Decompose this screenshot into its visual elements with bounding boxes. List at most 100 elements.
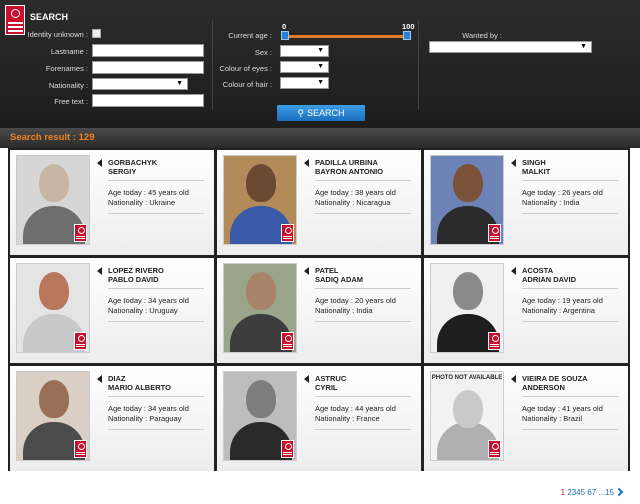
red-notice-icon xyxy=(488,440,501,458)
wanted-person-card[interactable]: PHOTO NOT AVAILABLE VIEIRA DE SOUZA ANDERS… xyxy=(424,366,628,471)
colour-eyes-label: Colour of eyes : xyxy=(219,64,272,73)
divider xyxy=(108,396,204,397)
person-head xyxy=(246,272,276,310)
colour-hair-label: Colour of hair : xyxy=(222,80,272,89)
wanted-person-card[interactable]: DIAZ MARIO ALBERTO Age today : 34 years ol… xyxy=(10,366,214,471)
person-info: Age today : 41 years old Nationality : Br… xyxy=(522,404,603,424)
person-name[interactable]: ASTRUC CYRIL xyxy=(315,374,346,392)
chevron-down-icon: ▼ xyxy=(317,63,324,70)
age-max-value: 100 xyxy=(402,22,415,31)
person-name[interactable]: SINGH MALKIT xyxy=(522,158,550,176)
identity-unknown-checkbox[interactable] xyxy=(92,29,101,38)
wanted-person-card[interactable]: LOPEZ RIVERO PABLO DAVID Age today : 34 ye… xyxy=(10,258,214,363)
person-nationality: Nationality : Brazil xyxy=(522,414,583,423)
divider xyxy=(315,396,411,397)
person-name[interactable]: LOPEZ RIVERO PABLO DAVID xyxy=(108,266,164,284)
wanted-by-select[interactable]: ▼ xyxy=(429,41,592,53)
search-button-label: SEARCH xyxy=(307,108,345,118)
divider xyxy=(522,321,618,322)
mugshot-photo[interactable] xyxy=(16,263,90,353)
wanted-by-label: Wanted by : xyxy=(462,31,502,40)
person-surname: PATEL xyxy=(315,266,339,275)
pointer-arrow-icon xyxy=(304,159,309,167)
sex-select[interactable]: ▼ xyxy=(280,45,329,57)
page-links[interactable]: 2345 67 ...15 xyxy=(567,488,614,497)
person-info: Age today : 19 years old Nationality : Ar… xyxy=(522,296,603,316)
person-forename: ANDERSON xyxy=(522,383,565,392)
colour-eyes-select[interactable]: ▼ xyxy=(280,61,329,73)
mugshot-photo[interactable] xyxy=(223,263,297,353)
mugshot-photo[interactable] xyxy=(223,155,297,245)
wanted-person-card[interactable]: ACOSTA ADRIAN DAVID Age today : 19 years o… xyxy=(424,258,628,363)
person-age: Age today : 41 years old xyxy=(522,404,603,413)
person-nationality: Nationality : Paraguay xyxy=(108,414,182,423)
person-name[interactable]: PATEL SADIQ ADAM xyxy=(315,266,363,284)
person-head xyxy=(453,164,483,202)
person-nationality: Nationality : India xyxy=(315,306,373,315)
pointer-arrow-icon xyxy=(511,375,516,383)
next-page-icon[interactable] xyxy=(614,487,624,497)
pointer-arrow-icon xyxy=(304,375,309,383)
person-nationality: Nationality : France xyxy=(315,414,380,423)
wanted-person-card[interactable]: PATEL SADIQ ADAM Age today : 20 years old N… xyxy=(217,258,421,363)
search-panel: SEARCH Identity unknown : Lastname : For… xyxy=(0,0,640,128)
person-surname: DIAZ xyxy=(108,374,126,383)
red-notice-icon xyxy=(281,332,294,350)
mugshot-photo[interactable] xyxy=(430,263,504,353)
age-slider-track[interactable] xyxy=(284,35,408,38)
person-info: Age today : 20 years old Nationality : In… xyxy=(315,296,396,316)
mugshot-photo[interactable] xyxy=(430,155,504,245)
sex-label: Sex : xyxy=(254,48,272,57)
photo-not-available-label: PHOTO NOT AVAILABLE xyxy=(431,375,503,381)
red-notice-icon xyxy=(74,224,87,242)
person-name[interactable]: ACOSTA ADRIAN DAVID xyxy=(522,266,576,284)
person-forename: SERGIY xyxy=(108,167,137,176)
free-text-label: Free text : xyxy=(54,97,88,106)
mugshot-photo[interactable] xyxy=(16,155,90,245)
photo-placeholder[interactable]: PHOTO NOT AVAILABLE xyxy=(430,371,504,461)
person-nationality: Nationality : Ukraine xyxy=(108,198,176,207)
mugshot-photo[interactable] xyxy=(16,371,90,461)
person-surname: SINGH xyxy=(522,158,546,167)
red-notice-icon xyxy=(281,224,294,242)
wanted-person-card[interactable]: SINGH MALKIT Age today : 26 years old Natio… xyxy=(424,150,628,255)
divider xyxy=(315,213,411,214)
lastname-label: Lastname : xyxy=(50,47,88,56)
person-age: Age today : 19 years old xyxy=(522,296,603,305)
colour-hair-select[interactable]: ▼ xyxy=(280,77,329,89)
person-name[interactable]: PADILLA URBINA BAYRON ANTONIO xyxy=(315,158,383,176)
person-age: Age today : 44 years old xyxy=(315,404,396,413)
person-head xyxy=(453,272,483,310)
person-age: Age today : 26 years old xyxy=(522,188,603,197)
person-forename: MALKIT xyxy=(522,167,551,176)
wanted-person-card[interactable]: PADILLA URBINA BAYRON ANTONIO Age today : … xyxy=(217,150,421,255)
pointer-arrow-icon xyxy=(304,267,309,275)
wanted-person-card[interactable]: ASTRUC CYRIL Age today : 44 years old Natio… xyxy=(217,366,421,471)
free-text-input[interactable] xyxy=(92,94,204,107)
person-name[interactable]: GORBACHYK SERGIY xyxy=(108,158,157,176)
person-info: Age today : 26 years old Nationality : In… xyxy=(522,188,603,208)
person-nationality: Nationality : Nicaragua xyxy=(315,198,391,207)
person-head xyxy=(39,272,69,310)
chevron-down-icon: ▼ xyxy=(580,43,587,50)
page-current[interactable]: 1 xyxy=(561,488,565,497)
red-notice-icon xyxy=(488,224,501,242)
person-name[interactable]: DIAZ MARIO ALBERTO xyxy=(108,374,171,392)
pagination: 1 2345 67 ...15 xyxy=(561,488,614,497)
divider xyxy=(522,288,618,289)
person-info: Age today : 34 years old Nationality : Ur… xyxy=(108,296,189,316)
pointer-arrow-icon xyxy=(97,267,102,275)
person-name[interactable]: VIEIRA DE SOUZA ANDERSON xyxy=(522,374,588,392)
wanted-person-card[interactable]: GORBACHYK SERGIY Age today : 45 years old N… xyxy=(10,150,214,255)
person-forename: PABLO DAVID xyxy=(108,275,159,284)
person-info: Age today : 38 years old Nationality : Ni… xyxy=(315,188,396,208)
pointer-arrow-icon xyxy=(97,375,102,383)
person-age: Age today : 34 years old xyxy=(108,296,189,305)
mugshot-photo[interactable] xyxy=(223,371,297,461)
forenames-label: Forenames : xyxy=(45,64,88,73)
divider xyxy=(315,288,411,289)
age-min-handle[interactable] xyxy=(281,31,289,40)
person-head xyxy=(39,164,69,202)
search-button[interactable]: ⚲ SEARCH xyxy=(277,105,365,121)
divider xyxy=(315,429,411,430)
